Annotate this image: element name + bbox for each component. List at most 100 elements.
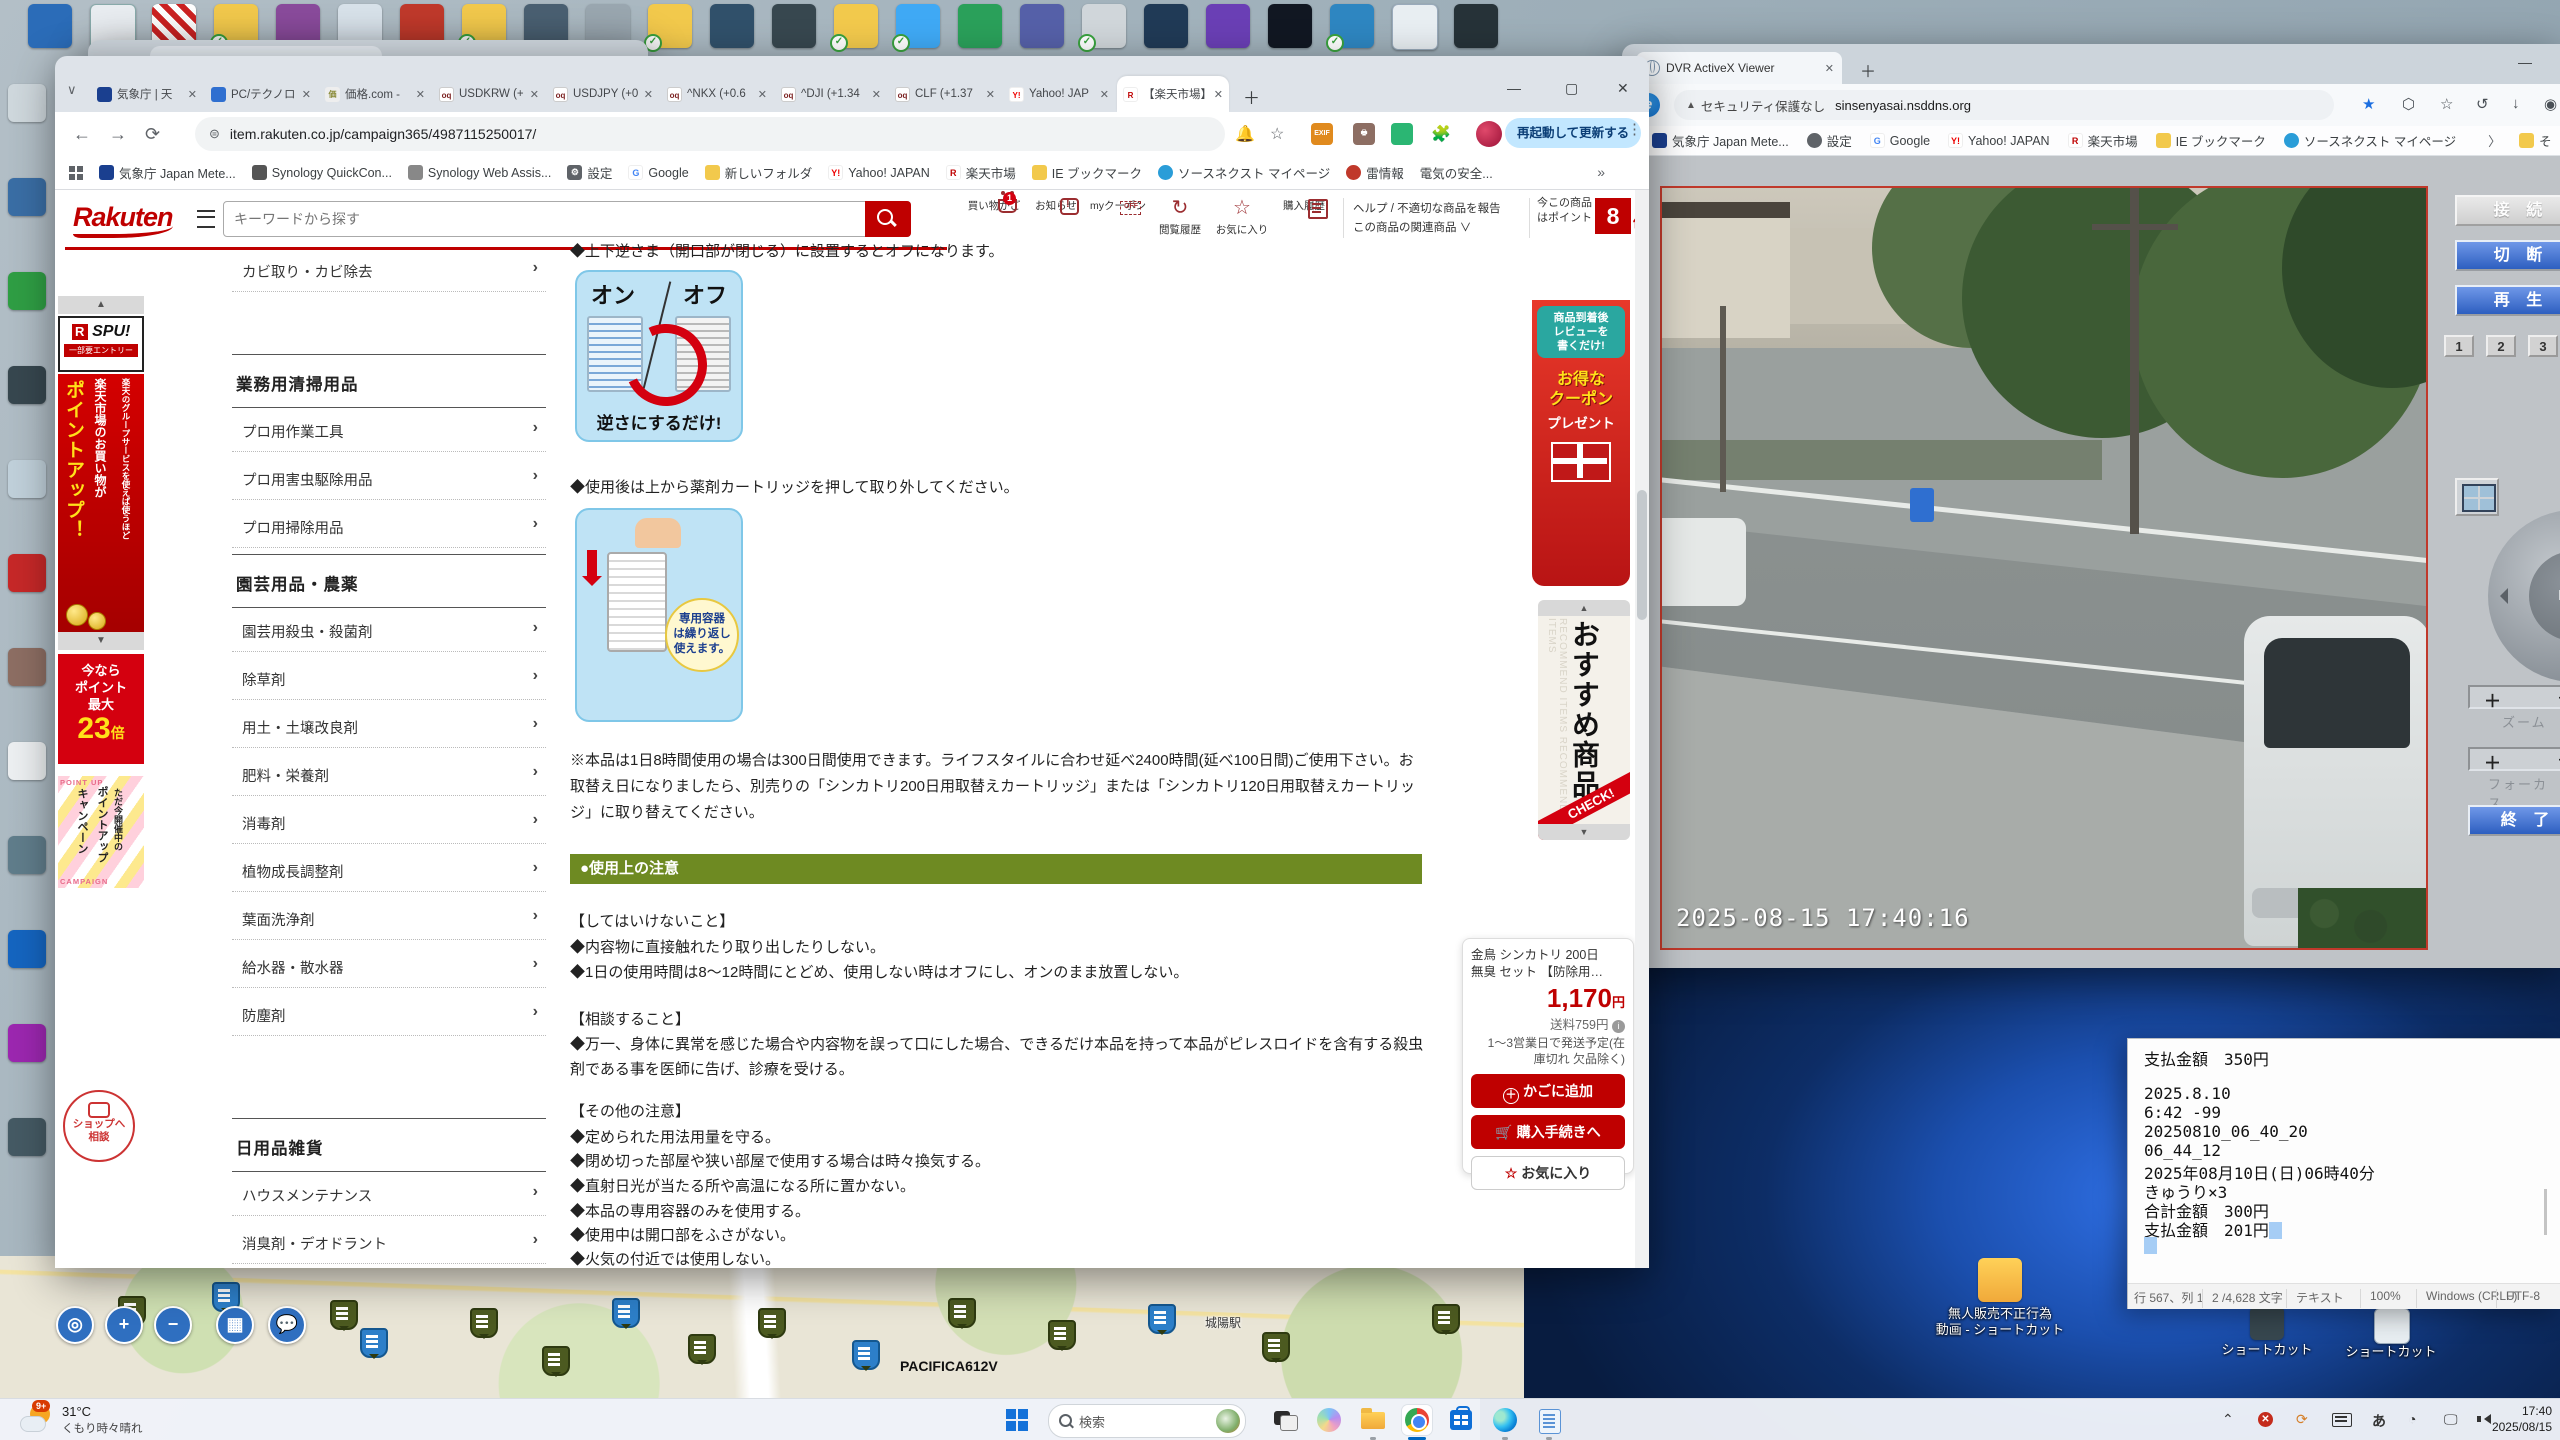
tab-dji[interactable]: oq^DJI (+1.34✕ <box>775 76 887 112</box>
minimize-icon[interactable]: — <box>2518 54 2532 70</box>
notepad-taskbar-button[interactable] <box>1534 1405 1564 1435</box>
sidebar-item[interactable]: プロ用作業工具› <box>232 408 546 452</box>
bookmark-item[interactable]: 雷情報 <box>1346 163 1404 182</box>
map-marker[interactable] <box>542 1346 570 1376</box>
sidebar-item[interactable]: 葉面洗浄剤› <box>232 896 546 940</box>
rakuten-nav-history[interactable]: ↻閲覧履歴 <box>1150 196 1210 237</box>
zoom-in-icon[interactable]: ＋ <box>2484 687 2501 712</box>
bookmark-item[interactable]: 気象庁 Japan Mete... <box>1652 131 1789 150</box>
rakuten-nav-news[interactable]: お知らせ <box>1026 196 1086 213</box>
taskbar-clock[interactable]: 17:40 2025/08/15 <box>2492 1403 2552 1435</box>
sidebar-item-kabitori[interactable]: カビ取り・カビ除去› <box>232 248 546 292</box>
tab-close-icon[interactable]: ✕ <box>302 88 311 101</box>
bookmark-item[interactable]: R楽天市場 <box>946 163 1016 182</box>
sidebar-item[interactable]: 消毒剤› <box>232 800 546 844</box>
dvr-focus-control[interactable]: ＋— <box>2468 747 2560 771</box>
bookmark-item-partial[interactable]: そ <box>2519 131 2552 150</box>
desktop-icon[interactable] <box>8 366 46 404</box>
ptz-center[interactable]: PTZ <box>2529 551 2560 641</box>
rakuten-nav-purchases[interactable]: 購入履歴 <box>1274 196 1334 213</box>
weather-widget[interactable]: 9+ 31°C くもり時々晴れ <box>20 1402 200 1438</box>
dvr-connect-button[interactable]: 接 続 <box>2455 195 2560 226</box>
sidebar-item[interactable]: 植物成長調整剤› <box>232 848 546 892</box>
bookmark-item[interactable]: ソースネクスト マイページ <box>1158 163 1330 182</box>
desktop-icon[interactable] <box>8 460 46 498</box>
scrollbar-thumb[interactable] <box>1637 490 1647 620</box>
desktop-icon[interactable] <box>8 272 46 310</box>
downloads-icon[interactable]: ↓ <box>2512 95 2520 112</box>
map-marker[interactable] <box>330 1300 358 1330</box>
sidebar-item[interactable]: プロ用害虫駆除用品› <box>232 456 546 500</box>
store-button[interactable] <box>1446 1405 1476 1435</box>
bookmark-item[interactable]: Y!Yahoo! JAPAN <box>1948 133 2050 148</box>
back-icon[interactable]: ← <box>73 124 91 145</box>
bookmark-item[interactable]: 新しいフォルダ <box>705 163 813 182</box>
desktop-icon[interactable] <box>8 930 46 968</box>
desktop-icon[interactable] <box>1454 4 1498 48</box>
desktop-icon[interactable] <box>8 648 46 686</box>
bookmark-star-icon[interactable]: ☆ <box>1270 124 1284 144</box>
desktop-icon[interactable] <box>8 178 46 216</box>
search-daily-image[interactable] <box>1216 1409 1240 1433</box>
help-report-link[interactable]: ヘルプ / 不適切な商品を報告 <box>1353 200 1525 219</box>
chrome-taskbar-button[interactable] <box>1402 1405 1432 1435</box>
reload-icon[interactable]: ⟳ <box>145 124 160 145</box>
bookmark-item[interactable]: GGoogle <box>628 165 688 180</box>
history-icon[interactable]: ↺ <box>2476 95 2489 113</box>
bookmark-item[interactable]: 設定 <box>1807 131 1852 150</box>
sidebar-item[interactable]: 用土・土壌改良剤› <box>232 704 546 748</box>
dvr-tab[interactable]: DVR ActiveX Viewer ✕ <box>1636 52 1842 84</box>
add-favorite-icon[interactable]: ☆ <box>2440 95 2453 113</box>
new-tab-icon[interactable]: ＋ <box>1860 58 1876 82</box>
bookmark-item[interactable]: ⚙設定 <box>567 163 612 182</box>
sidebar-item[interactable]: 園芸用殺虫・殺菌剤› <box>232 608 546 652</box>
green-extension-icon[interactable] <box>1391 123 1413 145</box>
ad-scroll-up-icon[interactable]: ▲ <box>58 296 144 314</box>
desktop-icon[interactable]: ✓ <box>834 4 878 48</box>
desktop-icon[interactable]: ✓ <box>1082 4 1126 48</box>
rakuten-nav-favorites[interactable]: ☆お気に入り <box>1212 196 1272 237</box>
edge-taskbar-button[interactable] <box>1490 1405 1520 1435</box>
focus-in-icon[interactable]: ＋ <box>2484 749 2501 774</box>
dvr-channel-2-button[interactable]: 2 <box>2486 335 2516 357</box>
tray-display-icon[interactable]: 🖵 <box>2444 1411 2458 1428</box>
page-scrollbar[interactable] <box>1635 190 1649 1268</box>
notepad-scrollbar[interactable] <box>2544 1189 2547 1235</box>
tab-clf[interactable]: oqCLF (+1.37✕ <box>889 76 1001 112</box>
map-locate-button[interactable]: ◎ <box>56 1306 94 1344</box>
point-multiplier-widget[interactable]: 今この商品 はポイント 8 倍▼ <box>1537 196 1645 226</box>
desktop-icon[interactable]: ✓ <box>648 4 692 48</box>
dvr-play-button[interactable]: 再 生 <box>2455 285 2560 316</box>
spu-ad[interactable]: R SPU! 一部要エントリー <box>58 316 144 372</box>
dvr-exit-button[interactable]: 終 了 <box>2468 805 2560 836</box>
desktop-icon[interactable] <box>1020 4 1064 48</box>
tray-keyboard-icon[interactable] <box>2332 1413 2352 1427</box>
map-marker[interactable] <box>688 1334 716 1364</box>
tray-sync-icon[interactable]: ⟳ <box>2296 1411 2308 1428</box>
sidebar-item[interactable]: 給水器・散水器› <box>232 944 546 988</box>
tab-usdkrw[interactable]: oqUSDKRW (+✕ <box>433 76 545 112</box>
map-marker[interactable] <box>948 1298 976 1328</box>
map-marker[interactable] <box>360 1328 388 1358</box>
desktop-icon[interactable] <box>1392 4 1438 50</box>
file-explorer-button[interactable] <box>1358 1405 1388 1435</box>
camera-video-feed[interactable]: 2025-08-15 17:40:16 <box>1660 186 2428 950</box>
restart-update-button[interactable]: 再起動して更新する <box>1505 118 1641 148</box>
copilot-icon[interactable]: ⬡ <box>2402 95 2415 113</box>
rakuten-help-links[interactable]: ヘルプ / 不適切な商品を報告 この商品の関連商品 ∨ <box>1353 200 1525 238</box>
ptz-left-icon[interactable] <box>2500 588 2508 604</box>
map-zoom-in-button[interactable]: + <box>105 1306 143 1344</box>
desktop-icon[interactable] <box>8 742 46 780</box>
desktop-icon[interactable] <box>8 554 46 592</box>
bookmarks-overflow-icon[interactable]: » <box>1597 164 1605 180</box>
tab-usdjpy[interactable]: oqUSDJPY (+0✕ <box>547 76 659 112</box>
apps-grid-icon[interactable] <box>69 166 83 180</box>
scroll-up-icon[interactable]: ▲ <box>1538 600 1630 616</box>
desktop-icon[interactable] <box>8 1024 46 1062</box>
favorite-button[interactable]: ☆お気に入り <box>1471 1156 1625 1190</box>
add-to-cart-button[interactable]: ＋かごに追加 <box>1471 1074 1625 1108</box>
new-tab-icon[interactable]: ＋ <box>1243 84 1260 109</box>
map-marker[interactable] <box>612 1298 640 1328</box>
tab-close-icon[interactable]: ✕ <box>1825 62 1834 75</box>
map-marker[interactable] <box>470 1308 498 1338</box>
